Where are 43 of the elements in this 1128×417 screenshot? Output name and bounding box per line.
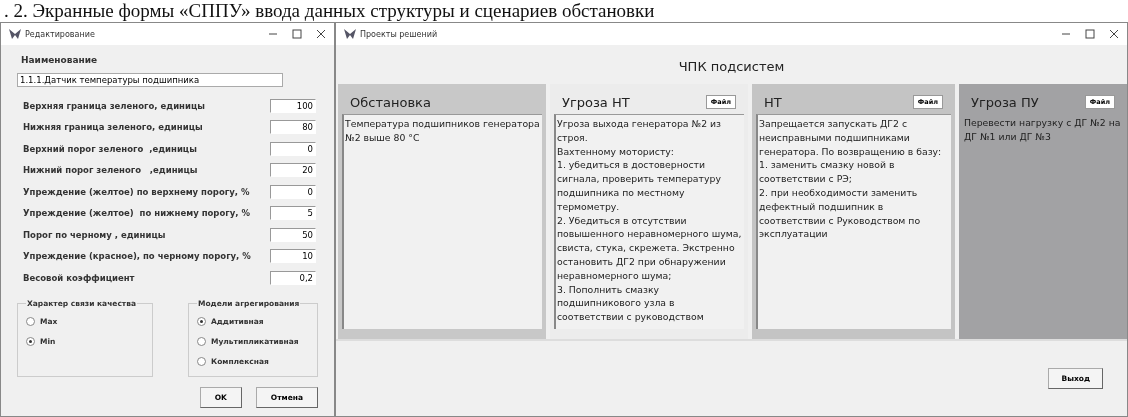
column-title: НТ — [764, 94, 782, 110]
radio-button[interactable] — [26, 317, 35, 326]
number-input-field[interactable]: 100 — [270, 98, 316, 113]
field-label: Упреждение (красное), по черному порогу, % — [22, 251, 252, 262]
text-area[interactable]: Температура подшипников генератора №2 выше 80 °C — [342, 114, 542, 329]
field-label: Наименование — [21, 55, 99, 65]
number-input-field[interactable]: 50 — [270, 227, 316, 242]
radio-button[interactable] — [197, 337, 206, 346]
close-icon[interactable] — [1109, 29, 1119, 39]
field-label: Упреждение (желтое) по нижнему порогу, % — [22, 208, 251, 219]
radio-button[interactable] — [197, 317, 206, 326]
field-label: Верхний порог зеленого ,единицы — [22, 143, 198, 154]
number-input-field[interactable]: 0 — [270, 184, 316, 199]
window-title: Проекты решений — [360, 29, 438, 39]
field-label: Упреждение (желтое) по верхнему порогу, % — [22, 186, 251, 197]
field-label: Порог по черному , единицы — [22, 229, 167, 240]
maximize-icon[interactable] — [292, 29, 302, 39]
column-title: Обстановка — [350, 94, 431, 110]
radio-button[interactable] — [26, 337, 35, 346]
figure-caption: . 2. Экранные формы «СППУ» ввода данных структуры и сценариев обстановки — [3, 0, 656, 22]
app-logo-icon — [344, 29, 356, 39]
maximize-icon[interactable] — [1085, 29, 1095, 39]
column-title: Угроза НТ — [562, 94, 630, 110]
radio-button[interactable] — [197, 357, 206, 366]
number-input-field[interactable]: 0,2 — [270, 270, 316, 285]
number-input-field[interactable]: 0 — [270, 141, 316, 156]
field-label: Весовой коэффициент — [22, 272, 136, 283]
name-input-field[interactable]: 1.1.1.Датчик температуры подшипника — [17, 73, 283, 87]
number-input-field[interactable]: 10 — [270, 249, 316, 264]
number-input-field[interactable]: 80 — [270, 120, 316, 135]
panel-heading: ЧПК подсистем — [677, 58, 786, 76]
field-label: Нижний порог зеленого ,единицы — [22, 165, 199, 176]
text-area[interactable]: Запрещается запускать ДГ2 с неисправными подшипниками генератора. По возвращению в базу: 1. заменить смазку новой в соответствии с РЭ; 2. при необходимости заменить дефектный подшипник в соответствии с Руководством по эксплуатации — [756, 114, 951, 329]
number-input-field[interactable]: 20 — [270, 163, 316, 178]
field-label: Верхняя граница зеленого, единицы — [22, 100, 206, 111]
text-area[interactable]: Угроза выхода генератора №2 из строя. Вахтенному мотористу: 1. убедиться в достоверности сигнала, проверить температуру подшипника по местному термометру. 2. Убедиться в отсутствии повышенного неравномерного шума, свиста, стука, скрежета. Экстренно остановить ДГ2 при обнаружении неравномерного шума; 3. Пополнить смазку подшипникового узла в соответствии с руководством — [554, 114, 744, 329]
close-icon[interactable] — [316, 29, 326, 39]
field-label: Нижняя граница зеленого, единицы — [22, 122, 204, 133]
app-logo-icon — [9, 29, 21, 39]
text-area[interactable]: Перевести нагрузку с ДГ №2 на ДГ №1 или ДГ №3 — [963, 114, 1123, 329]
number-input-field[interactable]: 5 — [270, 206, 316, 221]
column-title: Угроза ПУ — [971, 94, 1039, 110]
window-title: Редактирование — [25, 29, 95, 39]
